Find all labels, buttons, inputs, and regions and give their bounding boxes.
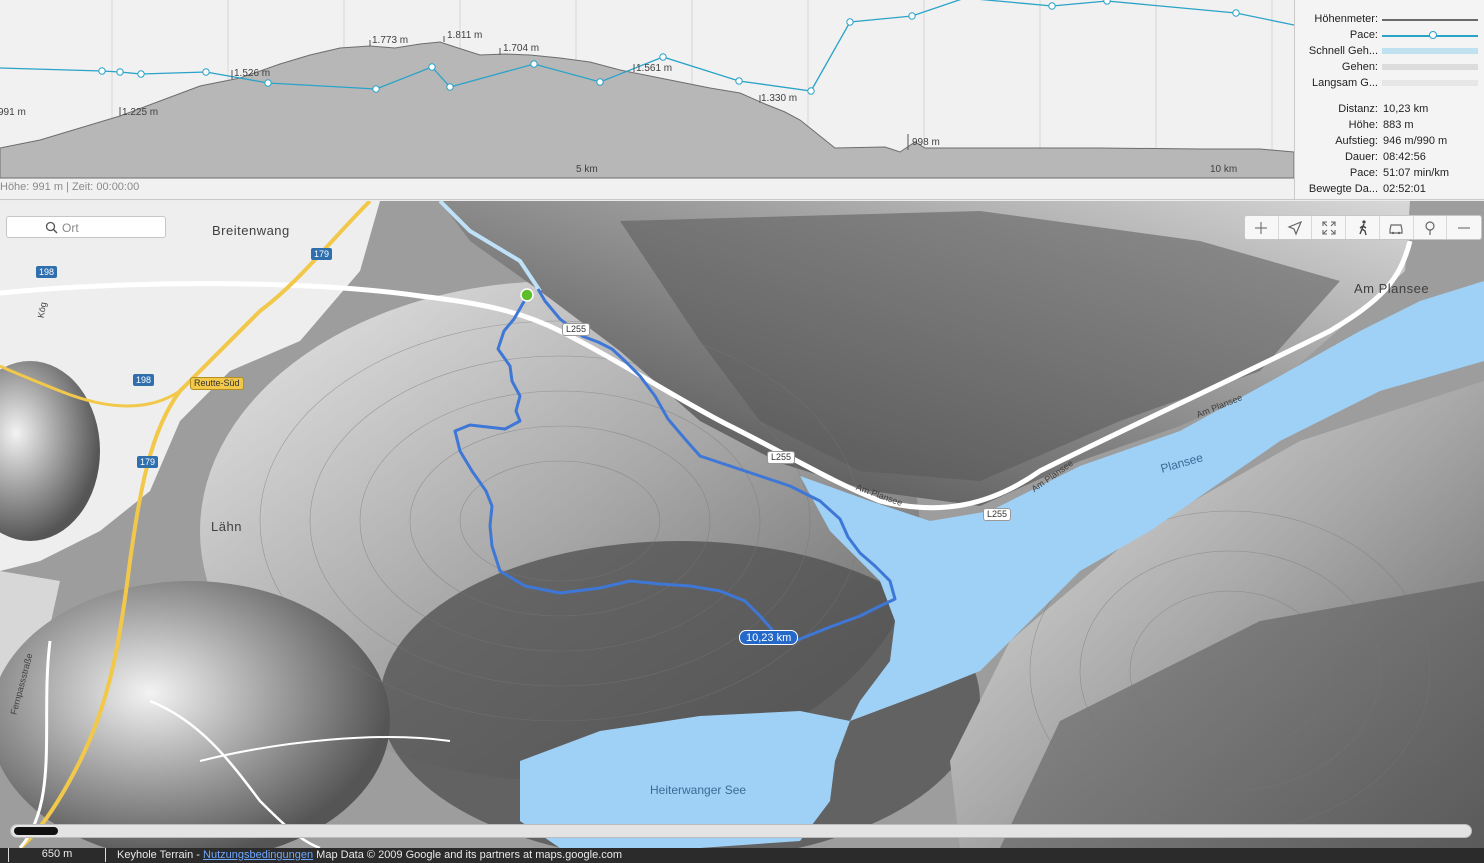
road-shield: 198: [36, 266, 58, 278]
fullscreen-button[interactable]: [1312, 216, 1347, 239]
place-label: Breitenwang: [212, 223, 290, 238]
profile-status-text: Höhe: 991 m | Zeit: 00:00:00: [0, 181, 140, 193]
pin-button[interactable]: [1414, 216, 1448, 239]
stat-dauer: Dauer: 08:42:56: [1295, 149, 1484, 165]
zoom-in-button[interactable]: [1245, 216, 1279, 239]
road-label: L255: [983, 508, 1012, 521]
stat-label: Distanz:: [1338, 103, 1378, 115]
elev-label: 998 m: [912, 137, 940, 148]
stat-bewegte-dauer: Bewegte Da... 02:52:01: [1295, 181, 1484, 197]
road-shield: 179: [137, 456, 159, 468]
legend-pace[interactable]: Pace:: [1295, 27, 1484, 43]
timeline-scrollbar[interactable]: [10, 824, 1472, 838]
elev-label: 1.561 m: [636, 63, 672, 74]
place-search[interactable]: [6, 216, 166, 238]
stat-distanz: Distanz: 10,23 km: [1295, 101, 1484, 117]
plus-icon: [1255, 221, 1268, 234]
km-label: 5 km: [576, 164, 598, 175]
elevation-chart: 991 m 1.225 m 1.526 m 1.773 m 1.811 m 1.…: [0, 0, 1294, 179]
stat-label: Bewegte Da...: [1308, 183, 1378, 195]
legend-schnell-gehen[interactable]: Schnell Geh...: [1295, 43, 1484, 59]
locate-button[interactable]: [1279, 216, 1313, 239]
stat-value: 02:52:01: [1383, 183, 1426, 195]
stat-label: Aufstieg:: [1335, 135, 1378, 147]
elev-label: 1.225 m: [122, 107, 158, 118]
expand-icon: [1322, 220, 1336, 235]
place-label: Lähn: [211, 519, 242, 534]
junction-label: Reutte-Süd: [190, 377, 244, 390]
legend-hoehenmeter[interactable]: Höhenmeter:: [1295, 11, 1484, 27]
road-label: L255: [767, 451, 796, 464]
legend-label: Gehen:: [1341, 61, 1378, 73]
legend-swatch: [1382, 48, 1478, 54]
stats-panel: Höhenmeter: Pace: Schnell Geh... Gehen: …: [1294, 0, 1484, 200]
map-scale: 650 m: [8, 848, 106, 862]
elev-label: 1.704 m: [503, 43, 539, 54]
stat-label: Pace:: [1349, 167, 1378, 179]
bottom-bar: 650 m Keyhole Terrain - Nutzungsbedingun…: [0, 848, 1484, 863]
stat-value: 08:42:56: [1383, 151, 1426, 163]
stat-label: Dauer:: [1344, 151, 1378, 163]
attribution-prefix: Keyhole Terrain -: [117, 849, 204, 861]
zoom-out-button[interactable]: [1447, 216, 1481, 239]
legend-gehen[interactable]: Gehen:: [1295, 59, 1484, 75]
road-shield: 198: [133, 374, 155, 386]
km-label: 10 km: [1210, 164, 1237, 175]
map-view[interactable]: Breitenwang Lähn Am Plansee Plansee Heit…: [0, 201, 1484, 848]
terms-link[interactable]: Nutzungsbedingungen: [203, 849, 313, 861]
map-attribution: Keyhole Terrain - Nutzungsbedingungen Ma…: [117, 848, 622, 862]
stat-pace: Pace: 51:07 min/km: [1295, 165, 1484, 181]
legend-label: Schnell Geh...: [1308, 45, 1378, 57]
lake-label: Heiterwanger See: [650, 783, 747, 797]
attribution-suffix: Map Data © 2009 Google and its partners …: [313, 849, 623, 861]
elevation-profile-panel[interactable]: 991 m 1.225 m 1.526 m 1.773 m 1.811 m 1.…: [0, 0, 1294, 200]
elev-label: 991 m: [0, 107, 26, 118]
road-label: L255: [562, 323, 591, 336]
place-label: Am Plansee: [1354, 281, 1430, 296]
legend-label: Langsam G...: [1311, 77, 1378, 89]
walk-mode-button[interactable]: [1346, 216, 1380, 239]
legend-label: Höhenmeter:: [1314, 13, 1378, 25]
legend-swatch: [1382, 80, 1478, 86]
location-arrow-icon: [1287, 220, 1303, 236]
elev-label: 1.526 m: [234, 68, 270, 79]
stat-value: 946 m/990 m: [1383, 135, 1448, 147]
map-toolbar: [1244, 215, 1482, 240]
legend-swatch: [1382, 19, 1478, 21]
legend-swatch: [1382, 64, 1478, 70]
walking-person-icon: [1358, 219, 1367, 235]
stat-label: Höhe:: [1348, 119, 1378, 131]
car-mode-button[interactable]: [1380, 216, 1414, 239]
route-start-marker[interactable]: [520, 288, 534, 302]
search-input[interactable]: [62, 219, 162, 236]
road-shield: 179: [311, 248, 333, 260]
elev-label: 1.773 m: [372, 35, 408, 46]
elev-label: 1.811 m: [447, 30, 482, 41]
stat-hoehe: Höhe: 883 m: [1295, 117, 1484, 133]
map-pin-icon: [1425, 220, 1435, 235]
legend-pace-point: [1429, 31, 1437, 39]
legend-langsam-gehen[interactable]: Langsam G...: [1295, 75, 1484, 91]
search-icon: [45, 221, 58, 234]
stat-value: 883 m: [1383, 119, 1414, 131]
legend-label: Pace:: [1349, 29, 1378, 41]
car-icon: [1389, 223, 1403, 234]
scrollbar-thumb[interactable]: [14, 827, 58, 835]
stat-value: 51:07 min/km: [1383, 167, 1450, 179]
stat-value: 10,23 km: [1383, 103, 1429, 115]
elev-label: 1.330 m: [761, 93, 797, 104]
stat-aufstieg: Aufstieg: 946 m/990 m: [1295, 133, 1484, 149]
minus-icon: [1458, 226, 1471, 229]
route-distance-badge: 10,23 km: [739, 630, 799, 645]
